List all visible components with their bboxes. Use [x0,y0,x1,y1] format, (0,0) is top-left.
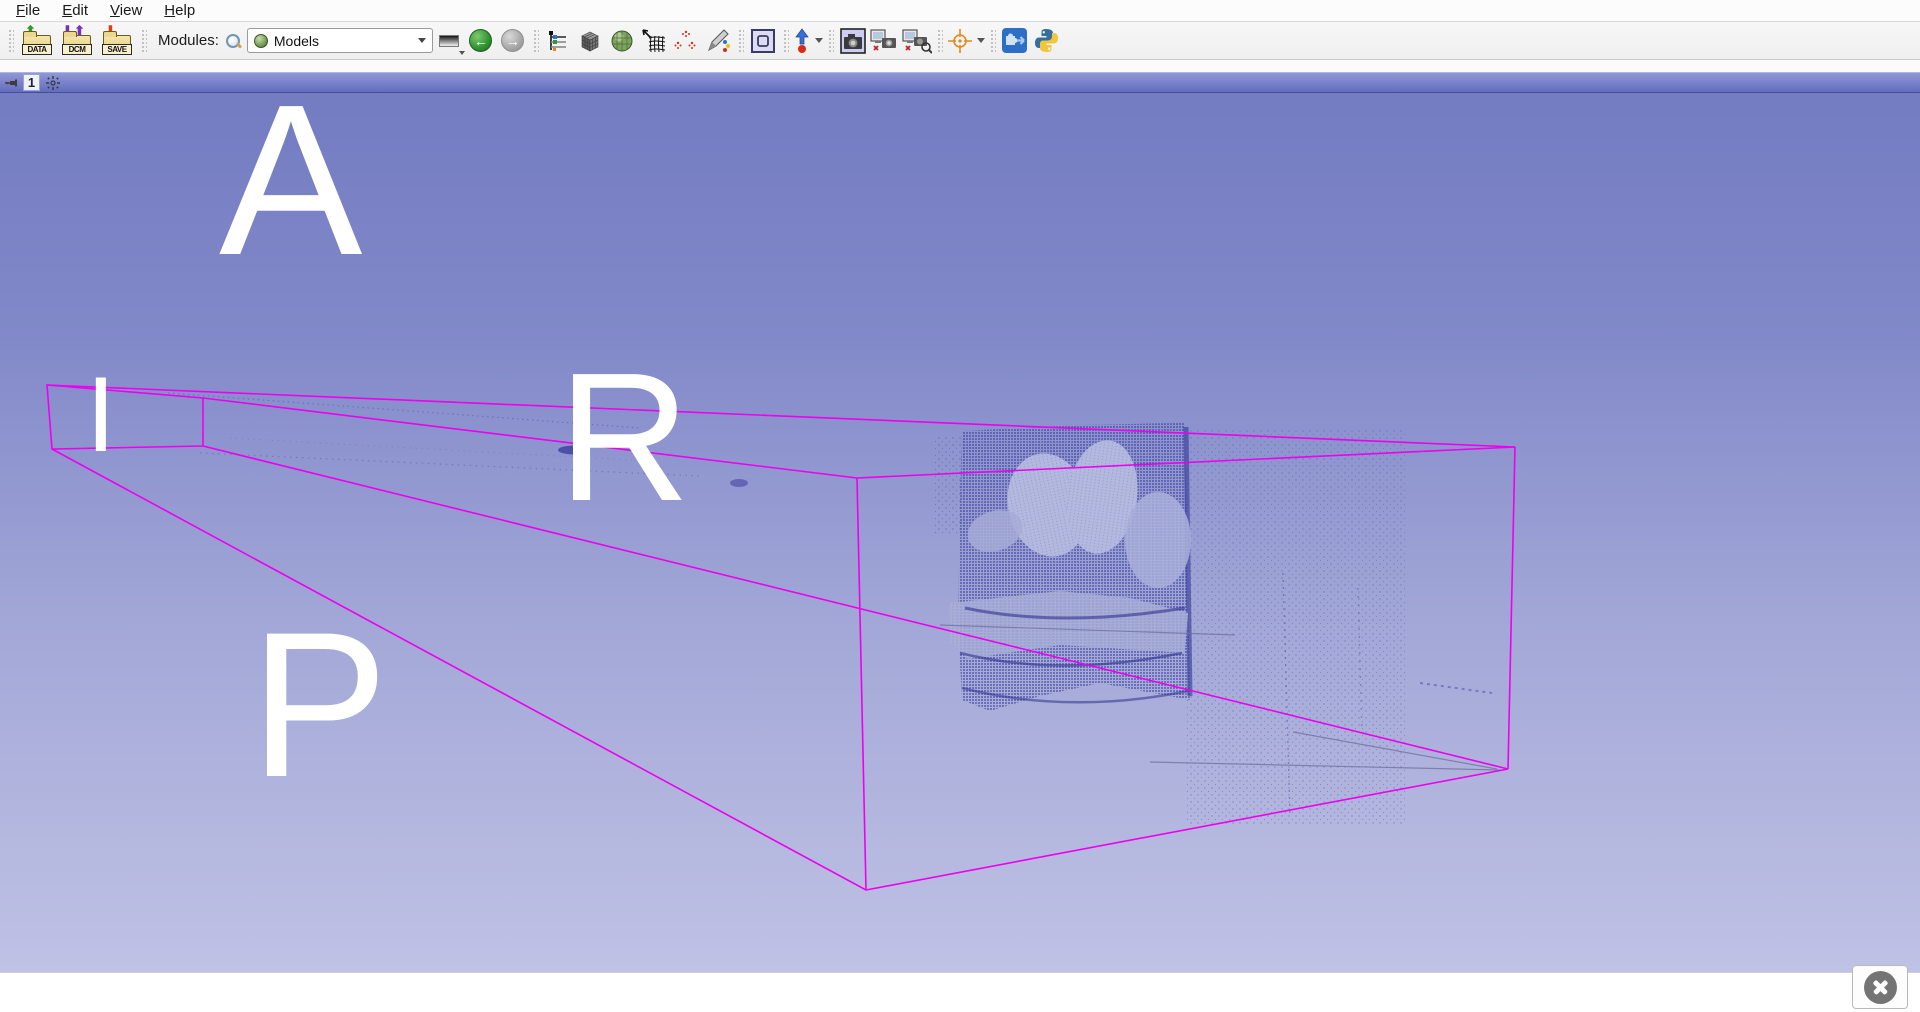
forward-arrow-icon: → [501,29,524,52]
view-frame-gap [0,60,1920,72]
load-data-button[interactable]: ⬆ DATA [21,26,53,56]
subject-hierarchy-tree-icon [546,29,570,53]
markups-module-button[interactable] [671,26,701,56]
view-updown-button[interactable] [793,26,823,56]
threed-viewport[interactable]: A I R P [0,93,1920,972]
annotations-module-button[interactable] [703,26,733,56]
save-button[interactable]: ⬇ SAVE [101,26,133,56]
module-back-button[interactable]: ← [466,26,496,56]
transforms-module-button[interactable] [639,26,669,56]
toolbar-drag-handle[interactable] [827,28,834,54]
menu-help[interactable]: Help [154,1,205,20]
scene-view-add-button[interactable] [870,26,900,56]
load-data-label: DATA [22,44,52,55]
volumes-module-button[interactable] [575,26,605,56]
menu-file[interactable]: File [6,1,50,20]
models-module-icon [254,34,268,48]
pushpin-icon[interactable] [4,76,18,90]
scene-view-restore-button[interactable] [902,26,932,56]
python-console-button[interactable] [1032,26,1062,56]
chevron-down-icon [977,38,985,43]
application-window: File Edit View Help ⬆ DATA ⬇ ⬆ DCM ⬇ SAV… [0,0,1920,1012]
back-arrow-icon: ← [469,29,492,52]
extensions-manager-button[interactable] [1000,26,1030,56]
blue-up-red-down-arrows-icon [793,28,811,54]
module-search-icon[interactable] [225,33,241,49]
orientation-marker-right: R [558,345,690,528]
view-label[interactable]: 1 [23,74,40,91]
modules-label: Modules: [158,32,219,49]
chevron-down-icon [459,51,465,55]
dense-point-cloud [948,423,1191,711]
toolbar-drag-handle[interactable] [989,28,996,54]
python-logo-icon [1033,27,1060,54]
orientation-marker-inferior: I [86,361,116,468]
pen-with-color-dots-icon [705,28,731,54]
monitor-camera-magnifier-icon [902,28,932,54]
warped-grid-arrow-icon [641,28,667,54]
toolbar-drag-handle[interactable] [782,28,789,54]
toolbar-drag-handle[interactable] [140,28,147,54]
orange-crosshair-icon [947,28,973,54]
module-selector-value: Models [274,33,412,49]
close-icon [1864,971,1897,1004]
history-swatch-icon [439,35,459,47]
menu-bar: File Edit View Help [0,0,1920,22]
data-module-button[interactable] [543,26,573,56]
gray-cube-icon [577,28,603,54]
toolbar-drag-handle[interactable] [7,28,14,54]
module-forward-button[interactable]: → [498,26,528,56]
crosshair-burst-icon[interactable] [45,75,61,91]
camera-icon [840,28,866,54]
layout-selector-button[interactable] [748,26,778,56]
main-toolbar: ⬆ DATA ⬇ ⬆ DCM ⬇ SAVE Modules: Models [0,22,1920,60]
module-history-button[interactable] [434,26,464,56]
chevron-down-icon [418,38,426,43]
crosshair-button[interactable] [947,26,985,56]
single-3d-view-layout-icon [750,28,776,54]
models-module-button[interactable] [607,26,637,56]
toolbar-drag-handle[interactable] [737,28,744,54]
menu-view[interactable]: View [100,1,152,20]
orientation-marker-anterior: A [219,93,362,287]
view-controller-bar: 1 [0,72,1920,93]
toolbar-drag-handle[interactable] [532,28,539,54]
orientation-marker-posterior: P [250,601,388,808]
blue-puzzle-arrow-icon [1001,27,1028,54]
toolbar-drag-handle[interactable] [936,28,943,54]
save-label: SAVE [102,44,132,55]
monitor-camera-icon [870,28,900,54]
red-point-clusters-icon [673,28,699,54]
green-faceted-sphere-icon [609,28,635,54]
status-bar [0,972,1920,1012]
load-dicom-label: DCM [62,44,92,55]
chevron-down-icon [815,38,823,43]
module-selector[interactable]: Models [247,28,433,53]
screenshot-button[interactable] [838,26,868,56]
load-dicom-button[interactable]: ⬇ ⬆ DCM [61,26,93,56]
close-notification-button[interactable] [1852,965,1908,1009]
menu-edit[interactable]: Edit [52,1,98,20]
